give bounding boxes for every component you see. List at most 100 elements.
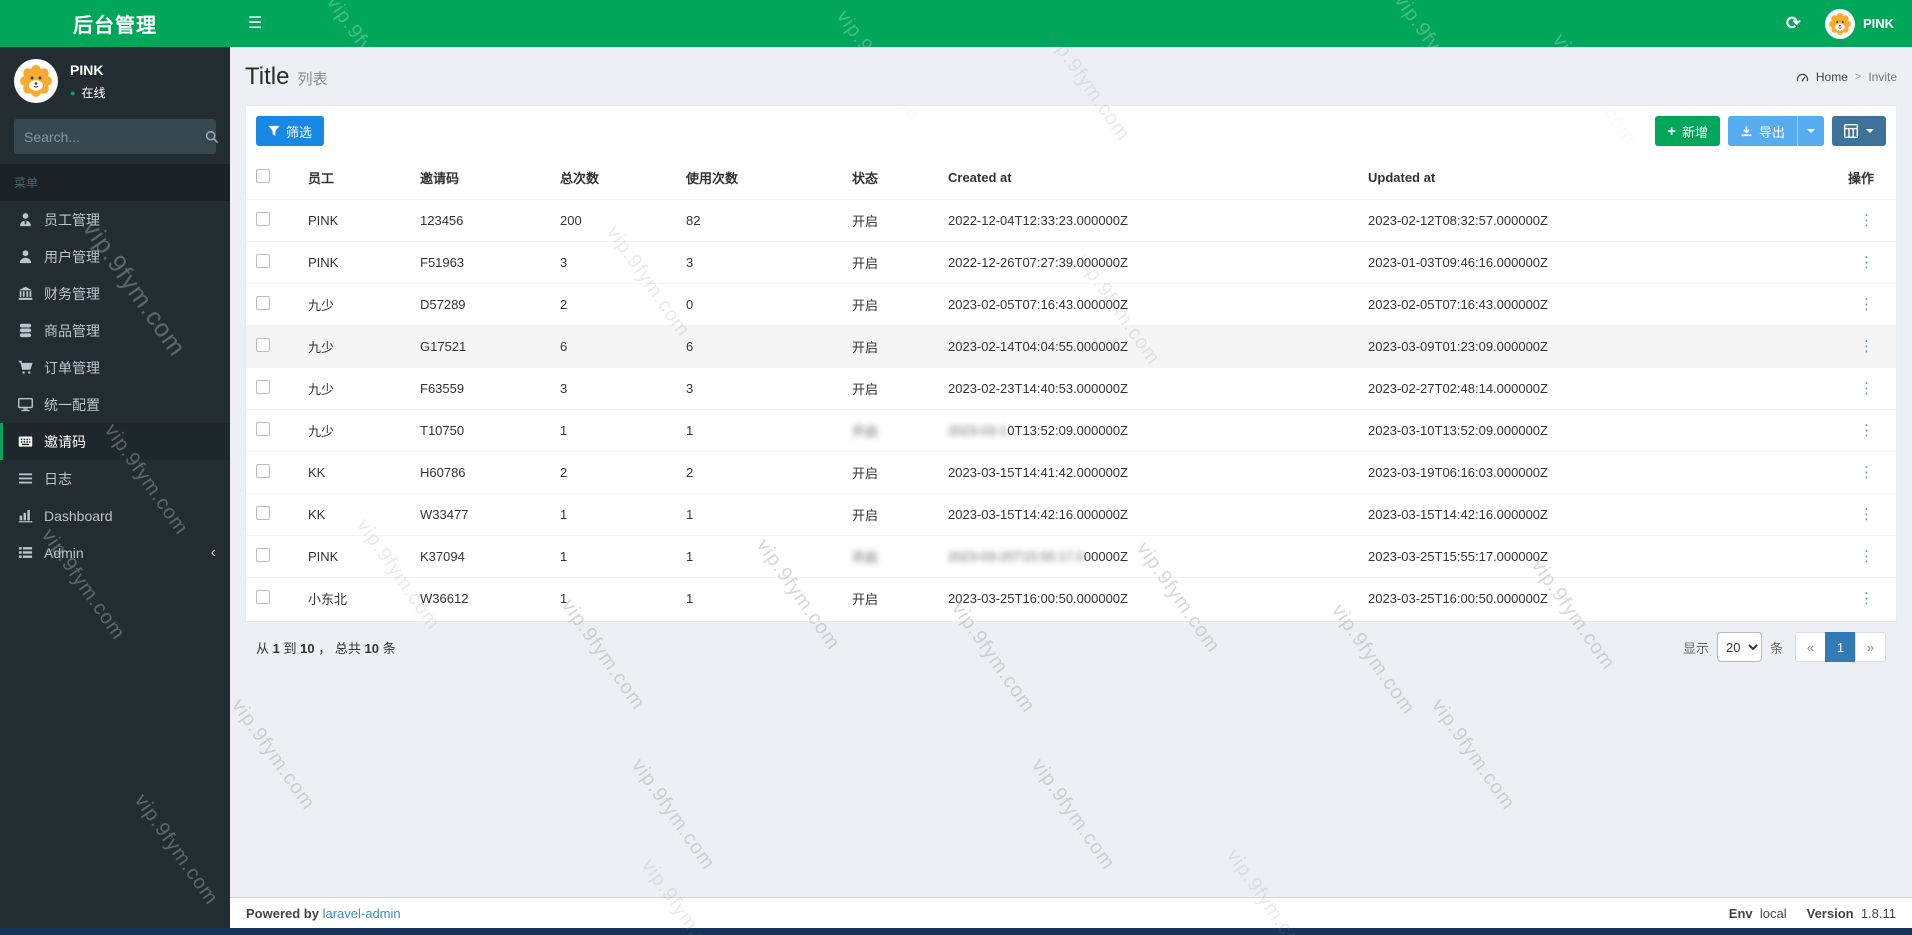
- row-actions-icon[interactable]: ⋮: [1859, 590, 1874, 607]
- column-header: Updated at: [1358, 156, 1786, 200]
- cell-updated-at: 2023-02-12T08:32:57.000000Z: [1358, 199, 1786, 242]
- filter-button[interactable]: 筛选: [256, 116, 325, 146]
- cell-created-at: 2023-03-25T15:55:17.000000Z: [938, 535, 1358, 578]
- row-actions-icon[interactable]: ⋮: [1859, 422, 1874, 439]
- desktop-icon: [17, 397, 33, 412]
- menu-section-label: 菜单: [0, 164, 230, 201]
- sidebar-user-name: PINK: [70, 62, 104, 78]
- cell-updated-at: 2023-01-03T09:46:16.000000Z: [1358, 241, 1786, 284]
- cell-created-at: 2023-03-10T13:52:09.000000Z: [938, 409, 1358, 452]
- cell-used-times: 0: [676, 283, 842, 326]
- row-checkbox[interactable]: [256, 464, 270, 478]
- cell-used-times: 2: [676, 451, 842, 494]
- sidebar: PINK ● 在线 菜单 员工管理 用户管理 财务管理 商品管理: [0, 47, 230, 928]
- row-checkbox[interactable]: [256, 254, 270, 268]
- sidebar-item-finance[interactable]: 财务管理: [0, 275, 230, 312]
- per-page-select[interactable]: 20: [1716, 632, 1762, 662]
- cell-status: 开启: [842, 493, 938, 536]
- cell-used-times: 3: [676, 367, 842, 410]
- cell-used-times: 1: [676, 409, 842, 452]
- row-actions-icon[interactable]: ⋮: [1859, 380, 1874, 397]
- row-actions-icon[interactable]: ⋮: [1859, 548, 1874, 565]
- page-title: Title: [245, 63, 290, 90]
- brand-logo[interactable]: 后台管理: [0, 0, 230, 47]
- table-row[interactable]: PINK 123456 200 82 开启 2022-12-04T12:33:2…: [246, 199, 1896, 242]
- cell-total-times: 1: [550, 535, 676, 578]
- sidebar-toggle-icon[interactable]: ☰: [230, 0, 280, 47]
- sidebar-item-logs[interactable]: 日志: [0, 460, 230, 497]
- row-actions-icon[interactable]: ⋮: [1859, 464, 1874, 481]
- cell-updated-at: 2023-03-25T15:55:17.000000Z: [1358, 535, 1786, 578]
- cell-employee: 九少: [298, 283, 410, 326]
- breadcrumb-home-link[interactable]: Home: [1816, 70, 1848, 84]
- cell-total-times: 1: [550, 577, 676, 619]
- search-input[interactable]: [24, 128, 205, 145]
- table-row[interactable]: 九少 D57289 2 0 开启 2023-02-05T07:16:43.000…: [246, 283, 1896, 326]
- row-checkbox[interactable]: [256, 548, 270, 562]
- select-all-checkbox[interactable]: [256, 169, 270, 183]
- cell-created-at: 2023-02-05T07:16:43.000000Z: [938, 283, 1358, 326]
- row-checkbox[interactable]: [256, 506, 270, 520]
- sidebar-item-dashboard[interactable]: Dashboard: [0, 497, 230, 534]
- chart-icon: [17, 508, 33, 523]
- cell-used-times: 1: [676, 493, 842, 536]
- sidebar-item-orders[interactable]: 订单管理: [0, 349, 230, 386]
- user-menu[interactable]: PINK: [1824, 8, 1894, 39]
- table-row[interactable]: KK H60786 2 2 开启 2023-03-15T14:41:42.000…: [246, 451, 1896, 494]
- grid-toolbar: 筛选 + 新增 导出: [246, 106, 1896, 156]
- row-actions-icon[interactable]: ⋮: [1859, 212, 1874, 229]
- download-icon: [1741, 125, 1752, 136]
- avatar: [14, 59, 58, 103]
- table-row[interactable]: 九少 F63559 3 3 开启 2023-02-23T14:40:53.000…: [246, 367, 1896, 410]
- admin-screen: 后台管理 ☰ ⟳ PINK PINK ● 在线 Search... 菜单 员工管…: [0, 0, 1912, 935]
- sidebar-item-employees[interactable]: 员工管理: [0, 201, 230, 238]
- cell-used-times: 6: [676, 325, 842, 368]
- refresh-icon[interactable]: ⟳: [1786, 13, 1801, 34]
- table-row[interactable]: 九少 T10750 1 1 开启 2023-03-10T13:52:09.000…: [246, 409, 1896, 452]
- cell-invite-code: K37094: [410, 535, 550, 578]
- sidebar-item-goods[interactable]: 商品管理: [0, 312, 230, 349]
- laravel-admin-link[interactable]: laravel-admin: [323, 906, 401, 921]
- row-checkbox[interactable]: [256, 590, 270, 604]
- cell-invite-code: G17521: [410, 325, 550, 368]
- top-bar: 后台管理 ☰ ⟳ PINK: [0, 0, 1912, 47]
- sidebar-item-invite[interactable]: 邀请码: [0, 423, 230, 460]
- row-actions-icon[interactable]: ⋮: [1859, 506, 1874, 523]
- export-button[interactable]: 导出: [1728, 116, 1797, 146]
- cell-updated-at: 2023-02-05T07:16:43.000000Z: [1358, 283, 1786, 326]
- main-content: Title 列表 Home > Invite 筛选 + 新增 导出 员工 邀请码…: [230, 47, 1912, 897]
- cell-updated-at: 2023-03-09T01:23:09.000000Z: [1358, 325, 1786, 368]
- cell-employee: PINK: [298, 535, 410, 578]
- row-checkbox[interactable]: [256, 380, 270, 394]
- sidebar-item-users[interactable]: 用户管理: [0, 238, 230, 275]
- row-actions-icon[interactable]: ⋮: [1859, 254, 1874, 271]
- column-selector-button[interactable]: [1832, 116, 1886, 146]
- table-row[interactable]: PINK K37094 1 1 开启 2023-03-25T15:55:17.0…: [246, 535, 1896, 578]
- cell-updated-at: 2023-03-19T06:16:03.000000Z: [1358, 451, 1786, 494]
- cell-employee: 九少: [298, 325, 410, 368]
- cell-created-at: 2023-03-15T14:41:42.000000Z: [938, 451, 1358, 494]
- bottom-strip: [0, 928, 1912, 935]
- search-icon[interactable]: [205, 130, 219, 144]
- table-row[interactable]: 小东北 W36612 1 1 开启 2023-03-25T16:00:50.00…: [246, 577, 1896, 619]
- export-dropdown-toggle[interactable]: [1797, 116, 1824, 146]
- row-actions-icon[interactable]: ⋮: [1859, 296, 1874, 313]
- table-row[interactable]: KK W33477 1 1 开启 2023-03-15T14:42:16.000…: [246, 493, 1896, 536]
- row-actions-icon[interactable]: ⋮: [1859, 338, 1874, 355]
- add-button[interactable]: + 新增: [1655, 116, 1720, 146]
- sidebar-item-admin[interactable]: Admin ‹: [0, 534, 230, 571]
- row-checkbox[interactable]: [256, 212, 270, 226]
- table-footer: 从 1 到 10 ， 总共 10 条 显示 20 条 « 1 »: [246, 619, 1896, 675]
- cell-created-at: 2022-12-04T12:33:23.000000Z: [938, 199, 1358, 242]
- row-checkbox[interactable]: [256, 296, 270, 310]
- row-checkbox[interactable]: [256, 338, 270, 352]
- table-row[interactable]: PINK F51963 3 3 开启 2022-12-26T07:27:39.0…: [246, 241, 1896, 284]
- pagination-next-button[interactable]: »: [1855, 632, 1886, 662]
- table-row[interactable]: 九少 G17521 6 6 开启 2023-02-14T04:04:55.000…: [246, 325, 1896, 368]
- row-checkbox[interactable]: [256, 422, 270, 436]
- pagination-page-1-button[interactable]: 1: [1825, 632, 1856, 662]
- sidebar-item-config[interactable]: 统一配置: [0, 386, 230, 423]
- pagination-prev-button[interactable]: «: [1795, 632, 1826, 662]
- sidebar-menu: 员工管理 用户管理 财务管理 商品管理 订单管理 统一配置 邀请码 日志 Das…: [0, 201, 230, 571]
- top-nav: ☰ ⟳ PINK: [230, 0, 1912, 47]
